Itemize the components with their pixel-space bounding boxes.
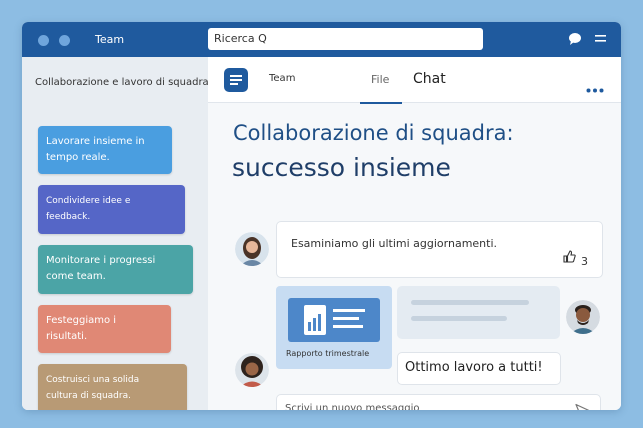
title-bar: Team Ricerca Q (22, 22, 621, 57)
card-line: feedback. (46, 212, 91, 222)
new-message-input[interactable] (285, 403, 565, 410)
document-chart-icon (288, 298, 380, 342)
thumbs-up-icon[interactable] (563, 248, 576, 267)
card-line: cultura di squadra. (46, 391, 131, 401)
sidebar-card-progress[interactable]: Monitorare i progressi come team. (38, 245, 193, 294)
send-icon[interactable] (575, 403, 590, 410)
tab-chat[interactable]: Chat (413, 71, 446, 87)
sidebar-card-real-time[interactable]: Lavorare insieme in tempo reale. (38, 126, 172, 174)
avatar[interactable] (566, 300, 600, 334)
window-control-dot[interactable] (59, 35, 70, 46)
chat-bubble-icon[interactable] (568, 31, 582, 50)
tab-file[interactable]: File (371, 73, 389, 86)
placeholder-line (411, 300, 529, 305)
message-bubble-placeholder (397, 286, 560, 339)
app-title: Team (95, 33, 125, 46)
message-text: Esaminiamo gli ultimi aggiornamenti. (291, 237, 498, 250)
menu-icon[interactable] (594, 31, 607, 50)
team-icon[interactable] (224, 68, 248, 92)
chat-panel: Team File Chat Collaborazione di squadra… (208, 57, 621, 410)
card-line: tempo reale. (46, 152, 110, 163)
sidebar-card-culture[interactable]: Costruisci una solida cultura di squadra… (38, 364, 187, 410)
sidebar-title: Collaborazione e lavoro di squadra (35, 77, 209, 88)
sidebar-card-results[interactable]: Festeggiamo i risultati. (38, 305, 171, 353)
message-bubble[interactable]: Esaminiamo gli ultimi aggiornamenti. 3 (276, 221, 603, 278)
sidebar: Collaborazione e lavoro di squadra Lavor… (22, 57, 209, 410)
page-title: Collaborazione di squadra: (233, 121, 514, 145)
channel-header: Team File Chat (208, 57, 621, 104)
placeholder-line (411, 316, 507, 321)
page-subtitle: successo insieme (232, 153, 451, 182)
avatar[interactable] (235, 353, 269, 387)
app-window: Team Ricerca Q Collaborazione e lavoro d… (22, 22, 621, 410)
card-line: Monitorare i progressi (46, 255, 156, 266)
card-line: Costruisci una solida (46, 375, 140, 385)
window-control-dot[interactable] (38, 35, 49, 46)
avatar[interactable] (235, 232, 269, 266)
card-line: Festeggiamo i (46, 315, 117, 326)
like-count: 3 (581, 255, 588, 268)
active-tab-indicator (360, 102, 402, 104)
card-line: Lavorare insieme in (46, 136, 145, 147)
message-composer[interactable] (276, 394, 601, 410)
sidebar-card-feedback[interactable]: Condividere idee e feedback. (38, 185, 185, 234)
file-attachment[interactable]: Rapporto trimestrale (276, 286, 392, 369)
message-bubble[interactable]: Ottimo lavoro a tutti! (397, 352, 561, 385)
file-name: Rapporto trimestrale (286, 349, 370, 358)
card-line: come team. (46, 271, 106, 282)
search-input[interactable]: Ricerca Q (208, 28, 483, 50)
card-line: Condividere idee e (46, 196, 131, 206)
team-label: Team (269, 73, 296, 84)
card-line: risultati. (46, 331, 88, 342)
more-icon[interactable] (586, 78, 604, 97)
